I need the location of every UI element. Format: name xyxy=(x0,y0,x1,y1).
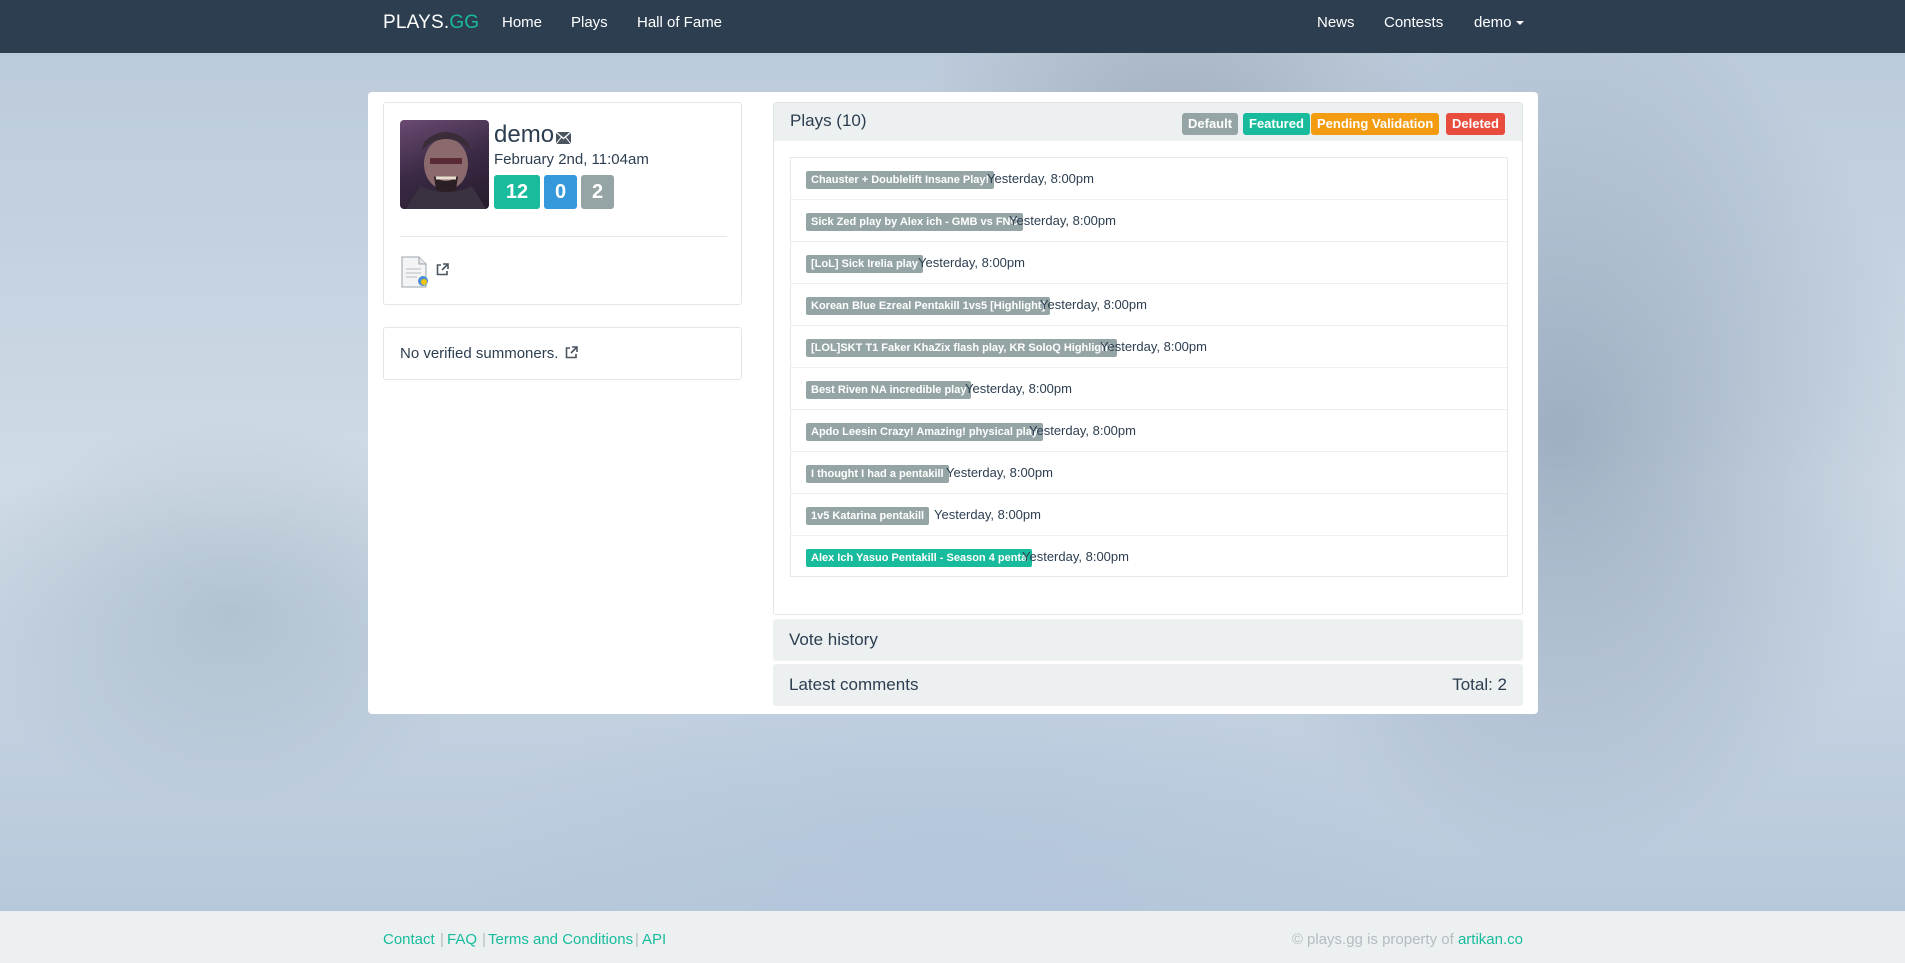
list-item: [LOL]SKT T1 Faker KhaZix flash play, KR … xyxy=(791,326,1507,368)
play-time: Yesterday, 8:00pm xyxy=(1029,423,1136,438)
document-icon[interactable] xyxy=(400,256,430,291)
list-item: Sick Zed play by Alex ich - GMB vs FNC Y… xyxy=(791,200,1507,242)
envelope-icon[interactable] xyxy=(555,131,572,147)
latest-comments-label: Latest comments xyxy=(789,675,919,694)
list-item: Chauster + Doublelift Insane Play! Yeste… xyxy=(791,158,1507,200)
profile-username: demo xyxy=(494,121,555,148)
plays-panel-header: Plays (10) Default Featured Pending Vali… xyxy=(774,103,1522,141)
footer-link-api[interactable]: API xyxy=(642,931,666,948)
footer: Contact | FAQ | Terms and Conditions | A… xyxy=(0,911,1905,963)
nav-hall-of-fame[interactable]: Hall of Fame xyxy=(637,14,722,31)
brand-accent: GG xyxy=(449,12,480,33)
nav-home[interactable]: Home xyxy=(502,14,542,31)
footer-separator: | xyxy=(440,931,444,948)
play-title-label[interactable]: [LOL]SKT T1 Faker KhaZix flash play, KR … xyxy=(806,339,1117,357)
play-time: Yesterday, 8:00pm xyxy=(934,507,1041,522)
latest-comments-panel[interactable]: Latest comments Total: 2 xyxy=(773,664,1523,706)
list-item: I thought I had a pentakill Yesterday, 8… xyxy=(791,452,1507,494)
copyright-text: © plays.gg is property of xyxy=(1291,931,1454,948)
brand-logo[interactable]: PLAYS.GG xyxy=(383,12,479,34)
list-item: Korean Blue Ezreal Pentakill 1vs5 [Highl… xyxy=(791,284,1507,326)
legend-featured: Featured xyxy=(1243,113,1310,135)
stat-badge-blue: 0 xyxy=(544,175,577,209)
play-title-label[interactable]: Alex Ich Yasuo Pentakill - Season 4 pent… xyxy=(806,549,1033,567)
user-menu-dropdown[interactable]: demo xyxy=(1474,14,1524,31)
play-time: Yesterday, 8:00pm xyxy=(1100,339,1207,354)
nav-plays[interactable]: Plays xyxy=(571,14,608,31)
user-menu-label: demo xyxy=(1474,14,1512,31)
play-time: Yesterday, 8:00pm xyxy=(1040,297,1147,312)
brand-main: PLAYS. xyxy=(383,12,450,33)
play-title-label[interactable]: Best Riven NA incredible play xyxy=(806,381,972,399)
legend-pending-validation: Pending Validation xyxy=(1311,113,1440,135)
join-date: February 2nd, 11:04am xyxy=(494,151,649,168)
vote-history-label: Vote history xyxy=(789,630,878,649)
play-time: Yesterday, 8:00pm xyxy=(987,171,1094,186)
footer-link-contact[interactable]: Contact xyxy=(383,931,435,948)
copyright-notice: © plays.gg is property of artikan.co xyxy=(1292,931,1523,948)
comments-total: Total: 2 xyxy=(1452,675,1507,694)
footer-link-terms[interactable]: Terms and Conditions xyxy=(488,931,633,948)
stat-badge-plays: 12 xyxy=(494,175,540,209)
divider xyxy=(400,236,727,237)
summoners-card: No verified summoners. xyxy=(383,327,742,380)
summoners-status: No verified summoners. xyxy=(400,345,578,363)
play-title-label[interactable]: I thought I had a pentakill xyxy=(806,465,949,483)
main-container: demo February 2nd, 11:04am 12 0 2 No ver… xyxy=(368,92,1538,714)
footer-separator: | xyxy=(635,931,639,948)
top-navbar: PLAYS.GG Home Plays Hall of Fame News Co… xyxy=(0,0,1905,53)
profile-card: demo February 2nd, 11:04am 12 0 2 xyxy=(383,102,742,305)
plays-list: Chauster + Doublelift Insane Play! Yeste… xyxy=(790,157,1508,577)
nav-news[interactable]: News xyxy=(1317,14,1355,31)
list-item: Alex Ich Yasuo Pentakill - Season 4 pent… xyxy=(791,536,1507,578)
play-time: Yesterday, 8:00pm xyxy=(946,465,1053,480)
play-title-label[interactable]: Apdo Leesin Crazy! Amazing! physical pla… xyxy=(806,423,1043,441)
legend-default: Default xyxy=(1182,113,1239,135)
list-item: Best Riven NA incredible play Yesterday,… xyxy=(791,368,1507,410)
nav-contests[interactable]: Contests xyxy=(1384,14,1443,31)
play-title-label[interactable]: [LoL] Sick Irelia play xyxy=(806,255,923,273)
play-time: Yesterday, 8:00pm xyxy=(965,381,1072,396)
play-time: Yesterday, 8:00pm xyxy=(1009,213,1116,228)
play-title-label[interactable]: Sick Zed play by Alex ich - GMB vs FNC xyxy=(806,213,1024,231)
stat-badge-gray: 2 xyxy=(581,175,614,209)
list-item: [LoL] Sick Irelia play Yesterday, 8:00pm xyxy=(791,242,1507,284)
list-item: Apdo Leesin Crazy! Amazing! physical pla… xyxy=(791,410,1507,452)
plays-panel: Plays (10) Default Featured Pending Vali… xyxy=(773,102,1523,615)
plays-title: Plays (10) xyxy=(790,111,867,130)
list-item: 1v5 Katarina pentakill Yesterday, 8:00pm xyxy=(791,494,1507,536)
play-title-label[interactable]: Korean Blue Ezreal Pentakill 1vs5 [Highl… xyxy=(806,297,1051,315)
play-title-label[interactable]: Chauster + Doublelift Insane Play! xyxy=(806,171,995,189)
vote-history-panel[interactable]: Vote history xyxy=(773,619,1523,661)
external-link-icon[interactable] xyxy=(565,346,578,363)
play-time: Yesterday, 8:00pm xyxy=(1022,549,1129,564)
summoners-text: No verified summoners. xyxy=(400,345,559,362)
external-link-icon[interactable] xyxy=(436,263,449,279)
footer-link-faq[interactable]: FAQ xyxy=(447,931,477,948)
play-title-label[interactable]: 1v5 Katarina pentakill xyxy=(806,507,930,525)
footer-separator: | xyxy=(482,931,486,948)
legend-deleted: Deleted xyxy=(1446,113,1505,135)
avatar xyxy=(400,120,489,209)
company-link[interactable]: artikan.co xyxy=(1458,931,1523,948)
play-time: Yesterday, 8:00pm xyxy=(918,255,1025,270)
caret-down-icon xyxy=(1515,21,1524,26)
